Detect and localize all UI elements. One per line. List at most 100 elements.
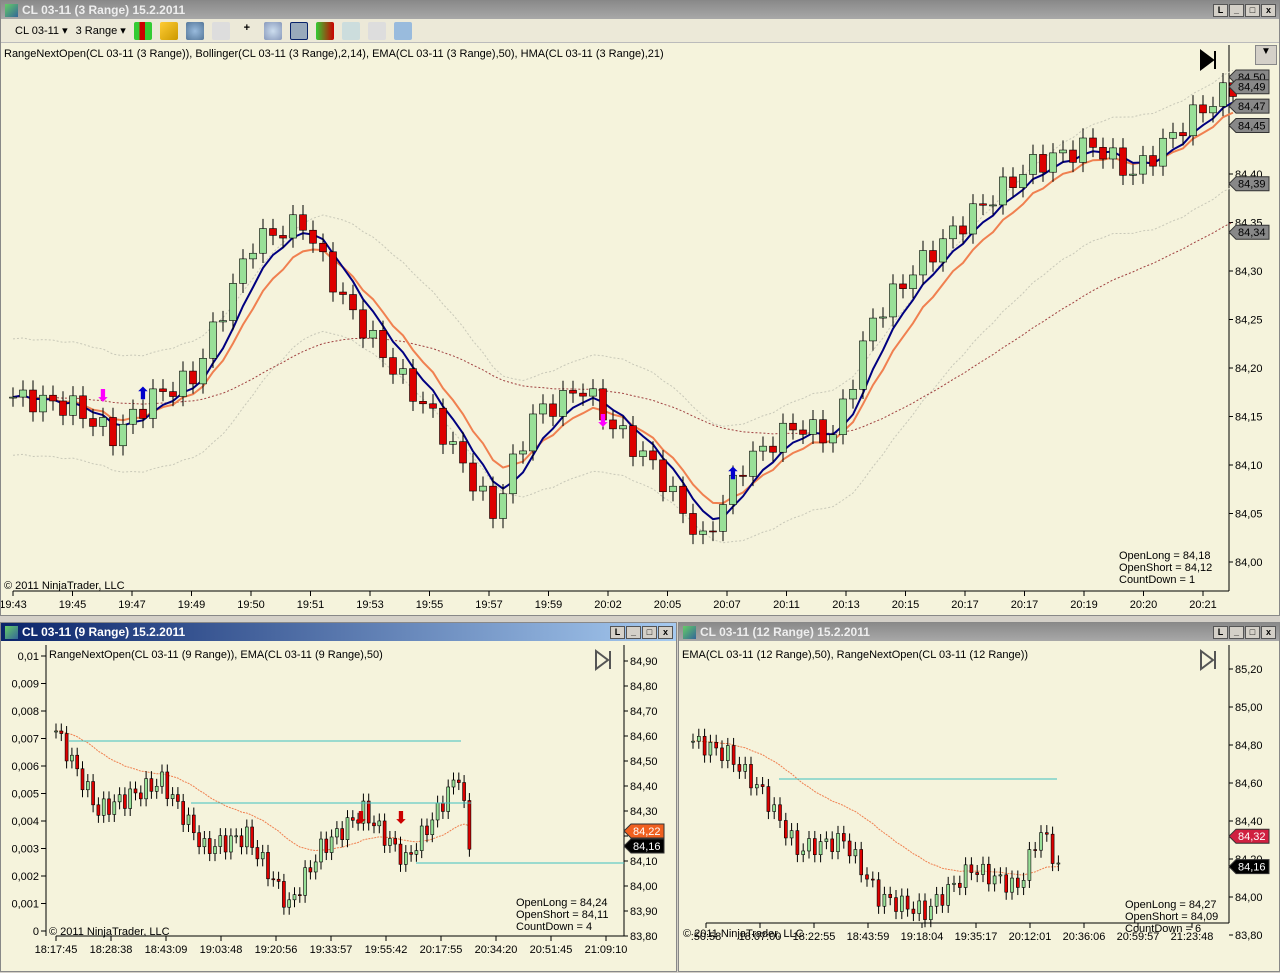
time-tick-label: 19:20:56 [255, 944, 298, 956]
candle [139, 408, 147, 419]
time-tick-label: 18:43:59 [847, 931, 890, 943]
candle [250, 826, 254, 848]
candle [519, 450, 527, 455]
candle [1027, 849, 1032, 881]
candle [107, 798, 111, 815]
candle [349, 294, 357, 311]
candle [159, 388, 167, 392]
candle [223, 835, 228, 853]
candle [75, 754, 79, 770]
price-tick-label: 84,15 [1235, 412, 1263, 424]
time-tick-label: 19:35:17 [955, 931, 998, 943]
candle [979, 203, 987, 206]
time-tick-label: 18:28:38 [90, 944, 133, 956]
candle [170, 794, 175, 799]
12range-chart-canvas[interactable]: 83,8084,0084,2084,4084,6084,8085,0085,20… [679, 623, 1280, 973]
candle [269, 228, 277, 236]
candle [1079, 137, 1087, 163]
go-to-end-icon [1200, 649, 1216, 671]
candle [957, 882, 962, 888]
candle [19, 389, 27, 398]
candle [709, 530, 717, 533]
candle [207, 838, 212, 854]
candle [708, 742, 713, 756]
candle [1139, 155, 1147, 175]
price-tick-label: 83,80 [630, 931, 658, 943]
candle [659, 459, 667, 493]
candle [359, 309, 367, 339]
candle [89, 418, 97, 427]
candle [969, 864, 974, 873]
candle [569, 390, 577, 394]
candle [894, 897, 898, 912]
candle [49, 394, 57, 402]
candle [101, 798, 106, 816]
candle [714, 742, 719, 749]
candle [245, 826, 249, 848]
candle [160, 771, 164, 787]
ema-line [55, 730, 470, 852]
main-chart-canvas[interactable]: 84,0084,0584,1084,1584,2084,2584,3084,35… [1, 1, 1280, 617]
candle [649, 450, 657, 461]
candle [80, 768, 85, 791]
candle [279, 235, 287, 239]
candle [691, 740, 695, 743]
time-tick-label: 20:11 [773, 599, 800, 611]
time-tick-label: 19:55 [416, 599, 444, 611]
candle [847, 840, 852, 857]
price-tick-label: 84,60 [630, 731, 658, 743]
candle [1004, 874, 1009, 893]
time-tick-label: 19:18:04 [901, 931, 944, 943]
candle [419, 401, 427, 405]
candle [1149, 155, 1157, 167]
time-tick-label: 19:43 [1, 599, 27, 611]
candle [439, 407, 447, 445]
price-tick-label: 84,10 [630, 856, 658, 868]
candle [818, 841, 823, 856]
candle [909, 274, 917, 289]
candle [154, 785, 159, 792]
left-axis-label: 0,004 [11, 816, 39, 828]
candle [329, 251, 337, 293]
candle [1129, 173, 1137, 176]
candle [999, 176, 1007, 206]
price-tick-label: 83,80 [1235, 930, 1263, 942]
candle [181, 801, 185, 825]
time-tick-label: 21:23:48 [1171, 931, 1214, 943]
left-axis-label: 0,007 [11, 734, 39, 746]
price-tag-label: 84,39 [1238, 179, 1266, 191]
price-tick-label: 84,05 [1235, 509, 1263, 521]
price-tick-label: 84,80 [1235, 740, 1263, 752]
candle [119, 423, 127, 447]
candle [176, 794, 180, 802]
candle [446, 786, 451, 812]
candle [1050, 833, 1055, 864]
candle [755, 784, 759, 789]
candle [229, 835, 233, 853]
candle [801, 850, 805, 855]
candle [202, 838, 207, 848]
time-tick-label: 20:17 [1011, 599, 1039, 611]
9range-chart-canvas[interactable]: 83,8083,9084,0084,1084,2084,3084,4084,50… [1, 623, 678, 973]
candle [308, 867, 313, 873]
candle [865, 874, 869, 880]
candle [934, 894, 939, 907]
candle [479, 485, 487, 492]
candle [888, 894, 892, 898]
candle [382, 820, 387, 846]
candle [70, 754, 74, 762]
left-axis-label: 0,009 [11, 679, 39, 691]
time-tick-label: 18:22:55 [793, 931, 836, 943]
candle [1009, 176, 1017, 188]
candle [419, 825, 424, 851]
candle [276, 878, 281, 882]
candle [839, 398, 847, 435]
candle [813, 838, 817, 856]
price-tick-label: 83,90 [630, 906, 658, 918]
candle [629, 425, 637, 457]
candle [529, 413, 537, 452]
time-tick-label: 19:59 [535, 599, 563, 611]
candle [981, 863, 985, 875]
candle [679, 485, 687, 514]
candle [218, 835, 223, 847]
